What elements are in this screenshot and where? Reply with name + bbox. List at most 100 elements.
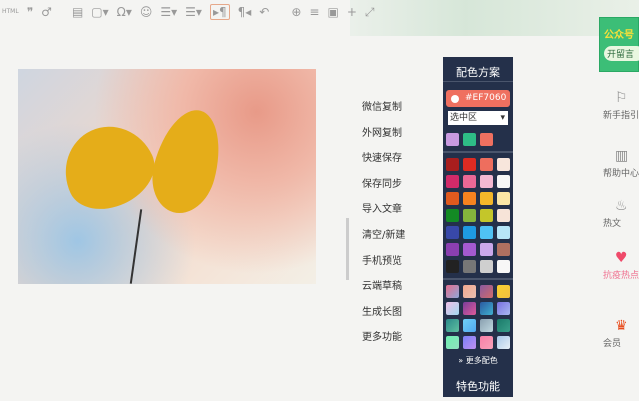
color-swatch[interactable] — [480, 158, 493, 171]
color-swatch[interactable] — [463, 226, 476, 239]
format-painter-icon[interactable]: ▤ — [72, 5, 83, 19]
stem — [129, 209, 143, 284]
color-swatch[interactable] — [446, 192, 459, 205]
color-swatch[interactable] — [446, 260, 459, 273]
solid-colors — [443, 158, 513, 273]
quote-icon[interactable]: ❞ — [27, 5, 33, 19]
color-swatch[interactable] — [446, 319, 459, 332]
fullscreen-icon[interactable]: ⤢ — [365, 5, 375, 19]
add-icon[interactable] — [451, 94, 459, 103]
color-swatch[interactable] — [446, 175, 459, 188]
menu-item[interactable]: 保存同步 — [362, 177, 405, 203]
menu-item[interactable]: 更多功能 — [362, 330, 405, 356]
sidebar-item-label: 会员 — [603, 339, 622, 349]
preview-icon[interactable]: ▣ — [327, 5, 338, 19]
omega-icon[interactable]: Ω▾ — [117, 5, 132, 19]
color-swatch[interactable] — [463, 175, 476, 188]
color-swatch[interactable] — [497, 158, 510, 171]
color-swatch[interactable] — [446, 285, 459, 298]
color-swatch[interactable] — [463, 133, 476, 146]
color-swatch[interactable] — [446, 302, 459, 315]
align-icon[interactable]: ≡ — [309, 5, 319, 19]
color-swatch[interactable] — [497, 226, 510, 239]
menu-item[interactable]: 外网复制 — [362, 126, 405, 152]
color-swatch[interactable] — [463, 209, 476, 222]
color-swatch[interactable] — [497, 192, 510, 205]
sidebar-item[interactable]: ⚐ 新手指引 — [603, 90, 639, 121]
menu-item[interactable]: 云端草稿 — [362, 279, 405, 305]
color-swatch[interactable] — [463, 192, 476, 205]
color-swatch[interactable] — [463, 302, 476, 315]
sidebar-item[interactable]: ♥ 抗疫热点 — [603, 250, 639, 281]
sidebar-item-label: 抗疫热点 — [603, 271, 639, 281]
color-swatch[interactable] — [446, 133, 459, 146]
flame-icon: ♨ — [615, 198, 628, 214]
color-swatch[interactable] — [497, 209, 510, 222]
color-swatch[interactable] — [497, 336, 510, 349]
color-hex-input[interactable]: #EF7060 — [446, 90, 510, 107]
menu-item[interactable]: 快速保存 — [362, 151, 405, 177]
color-swatch[interactable] — [480, 319, 493, 332]
sidebar-item[interactable]: ♛ 会员 — [603, 318, 639, 349]
color-swatch[interactable] — [480, 133, 493, 146]
emoji-icon[interactable]: ☺ — [140, 5, 153, 19]
sidebar-item[interactable]: ▥ 帮助中心 — [603, 148, 639, 179]
color-swatch[interactable] — [497, 260, 510, 273]
color-swatch[interactable] — [480, 260, 493, 273]
more-colors-label: 更多配色 — [465, 356, 498, 365]
color-swatch[interactable] — [480, 226, 493, 239]
unordered-list-icon[interactable]: ☰▾ — [185, 5, 202, 19]
color-swatch[interactable] — [446, 336, 459, 349]
menu-item[interactable]: 清空/新建 — [362, 228, 405, 254]
color-swatch[interactable] — [497, 319, 510, 332]
scope-select[interactable]: 选中区 ▾ — [448, 111, 508, 125]
color-swatch[interactable] — [497, 285, 510, 298]
top-banner-bg — [350, 0, 639, 36]
color-swatch[interactable] — [463, 336, 476, 349]
color-swatch[interactable] — [497, 243, 510, 256]
plus-icon[interactable]: + — [347, 5, 357, 19]
rtl-icon[interactable]: ¶◂ — [238, 5, 252, 19]
color-swatch[interactable] — [463, 158, 476, 171]
color-swatch[interactable] — [497, 302, 510, 315]
color-swatch[interactable] — [463, 285, 476, 298]
color-swatch[interactable] — [497, 175, 510, 188]
features-title[interactable]: 特色功能 — [443, 378, 513, 394]
color-swatch[interactable] — [463, 319, 476, 332]
color-swatch[interactable] — [446, 158, 459, 171]
crown-icon: ♛ — [615, 318, 628, 334]
color-swatch[interactable] — [446, 209, 459, 222]
ltr-icon[interactable]: ▸¶ — [209, 4, 230, 20]
undo-icon[interactable]: ↶ — [259, 5, 269, 19]
menu-item[interactable]: 导入文章 — [362, 202, 405, 228]
ordered-list-icon[interactable]: ☰▾ — [160, 5, 177, 19]
color-swatch[interactable] — [480, 243, 493, 256]
color-swatch[interactable] — [480, 192, 493, 205]
sidebar-item-label: 新手指引 — [603, 111, 639, 121]
banner-title: 公众号 — [604, 30, 634, 41]
sidebar-item[interactable]: ♨ 热文 — [603, 198, 639, 229]
link-icon[interactable]: ♂ — [41, 5, 52, 19]
color-swatch[interactable] — [480, 285, 493, 298]
more-colors-link[interactable]: » 更多配色 — [443, 355, 513, 366]
menu-item[interactable]: 手机预览 — [362, 254, 405, 280]
color-swatch[interactable] — [446, 226, 459, 239]
color-swatch[interactable] — [480, 302, 493, 315]
zoom-icon[interactable]: ⊕ — [291, 5, 301, 19]
wechat-banner[interactable]: 公众号 开留言 — [599, 17, 639, 72]
recent-colors — [443, 133, 513, 146]
color-swatch[interactable] — [480, 336, 493, 349]
color-swatch[interactable] — [480, 175, 493, 188]
banner-button[interactable]: 开留言 — [604, 46, 639, 61]
scrollbar[interactable] — [346, 218, 349, 280]
color-swatch[interactable] — [480, 209, 493, 222]
image-icon[interactable]: ▢▾ — [91, 5, 108, 19]
palette-panel: 配色方案 #EF7060 选中区 ▾ » 更多配色 特色功能 — [443, 57, 513, 397]
color-swatch[interactable] — [463, 260, 476, 273]
color-swatch[interactable] — [446, 243, 459, 256]
leaves-image[interactable] — [18, 69, 316, 284]
color-swatch[interactable] — [463, 243, 476, 256]
menu-item[interactable]: 微信复制 — [362, 100, 405, 126]
html-button[interactable]: HTML — [2, 5, 19, 19]
menu-item[interactable]: 生成长图 — [362, 305, 405, 331]
